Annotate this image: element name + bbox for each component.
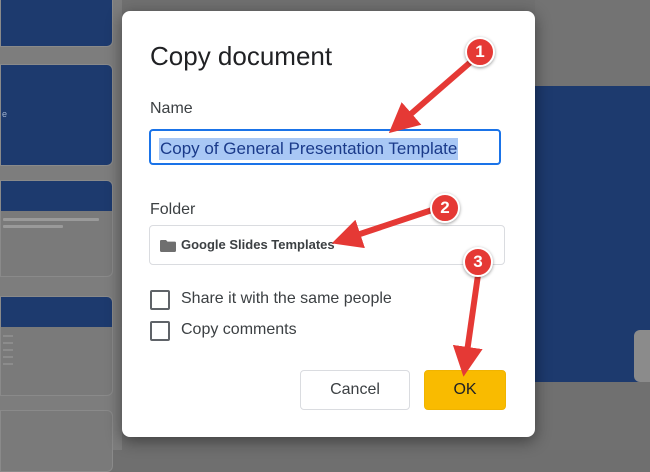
step-3-callout: 3: [463, 247, 493, 277]
arrow-to-folder-field: [331, 207, 433, 249]
step-1-callout: 1: [465, 37, 495, 67]
step-2-callout: 2: [430, 193, 460, 223]
annotation-arrows: [331, 57, 483, 377]
arrow-to-name-field: [388, 57, 475, 134]
arrow-to-ok-button: [452, 274, 483, 377]
